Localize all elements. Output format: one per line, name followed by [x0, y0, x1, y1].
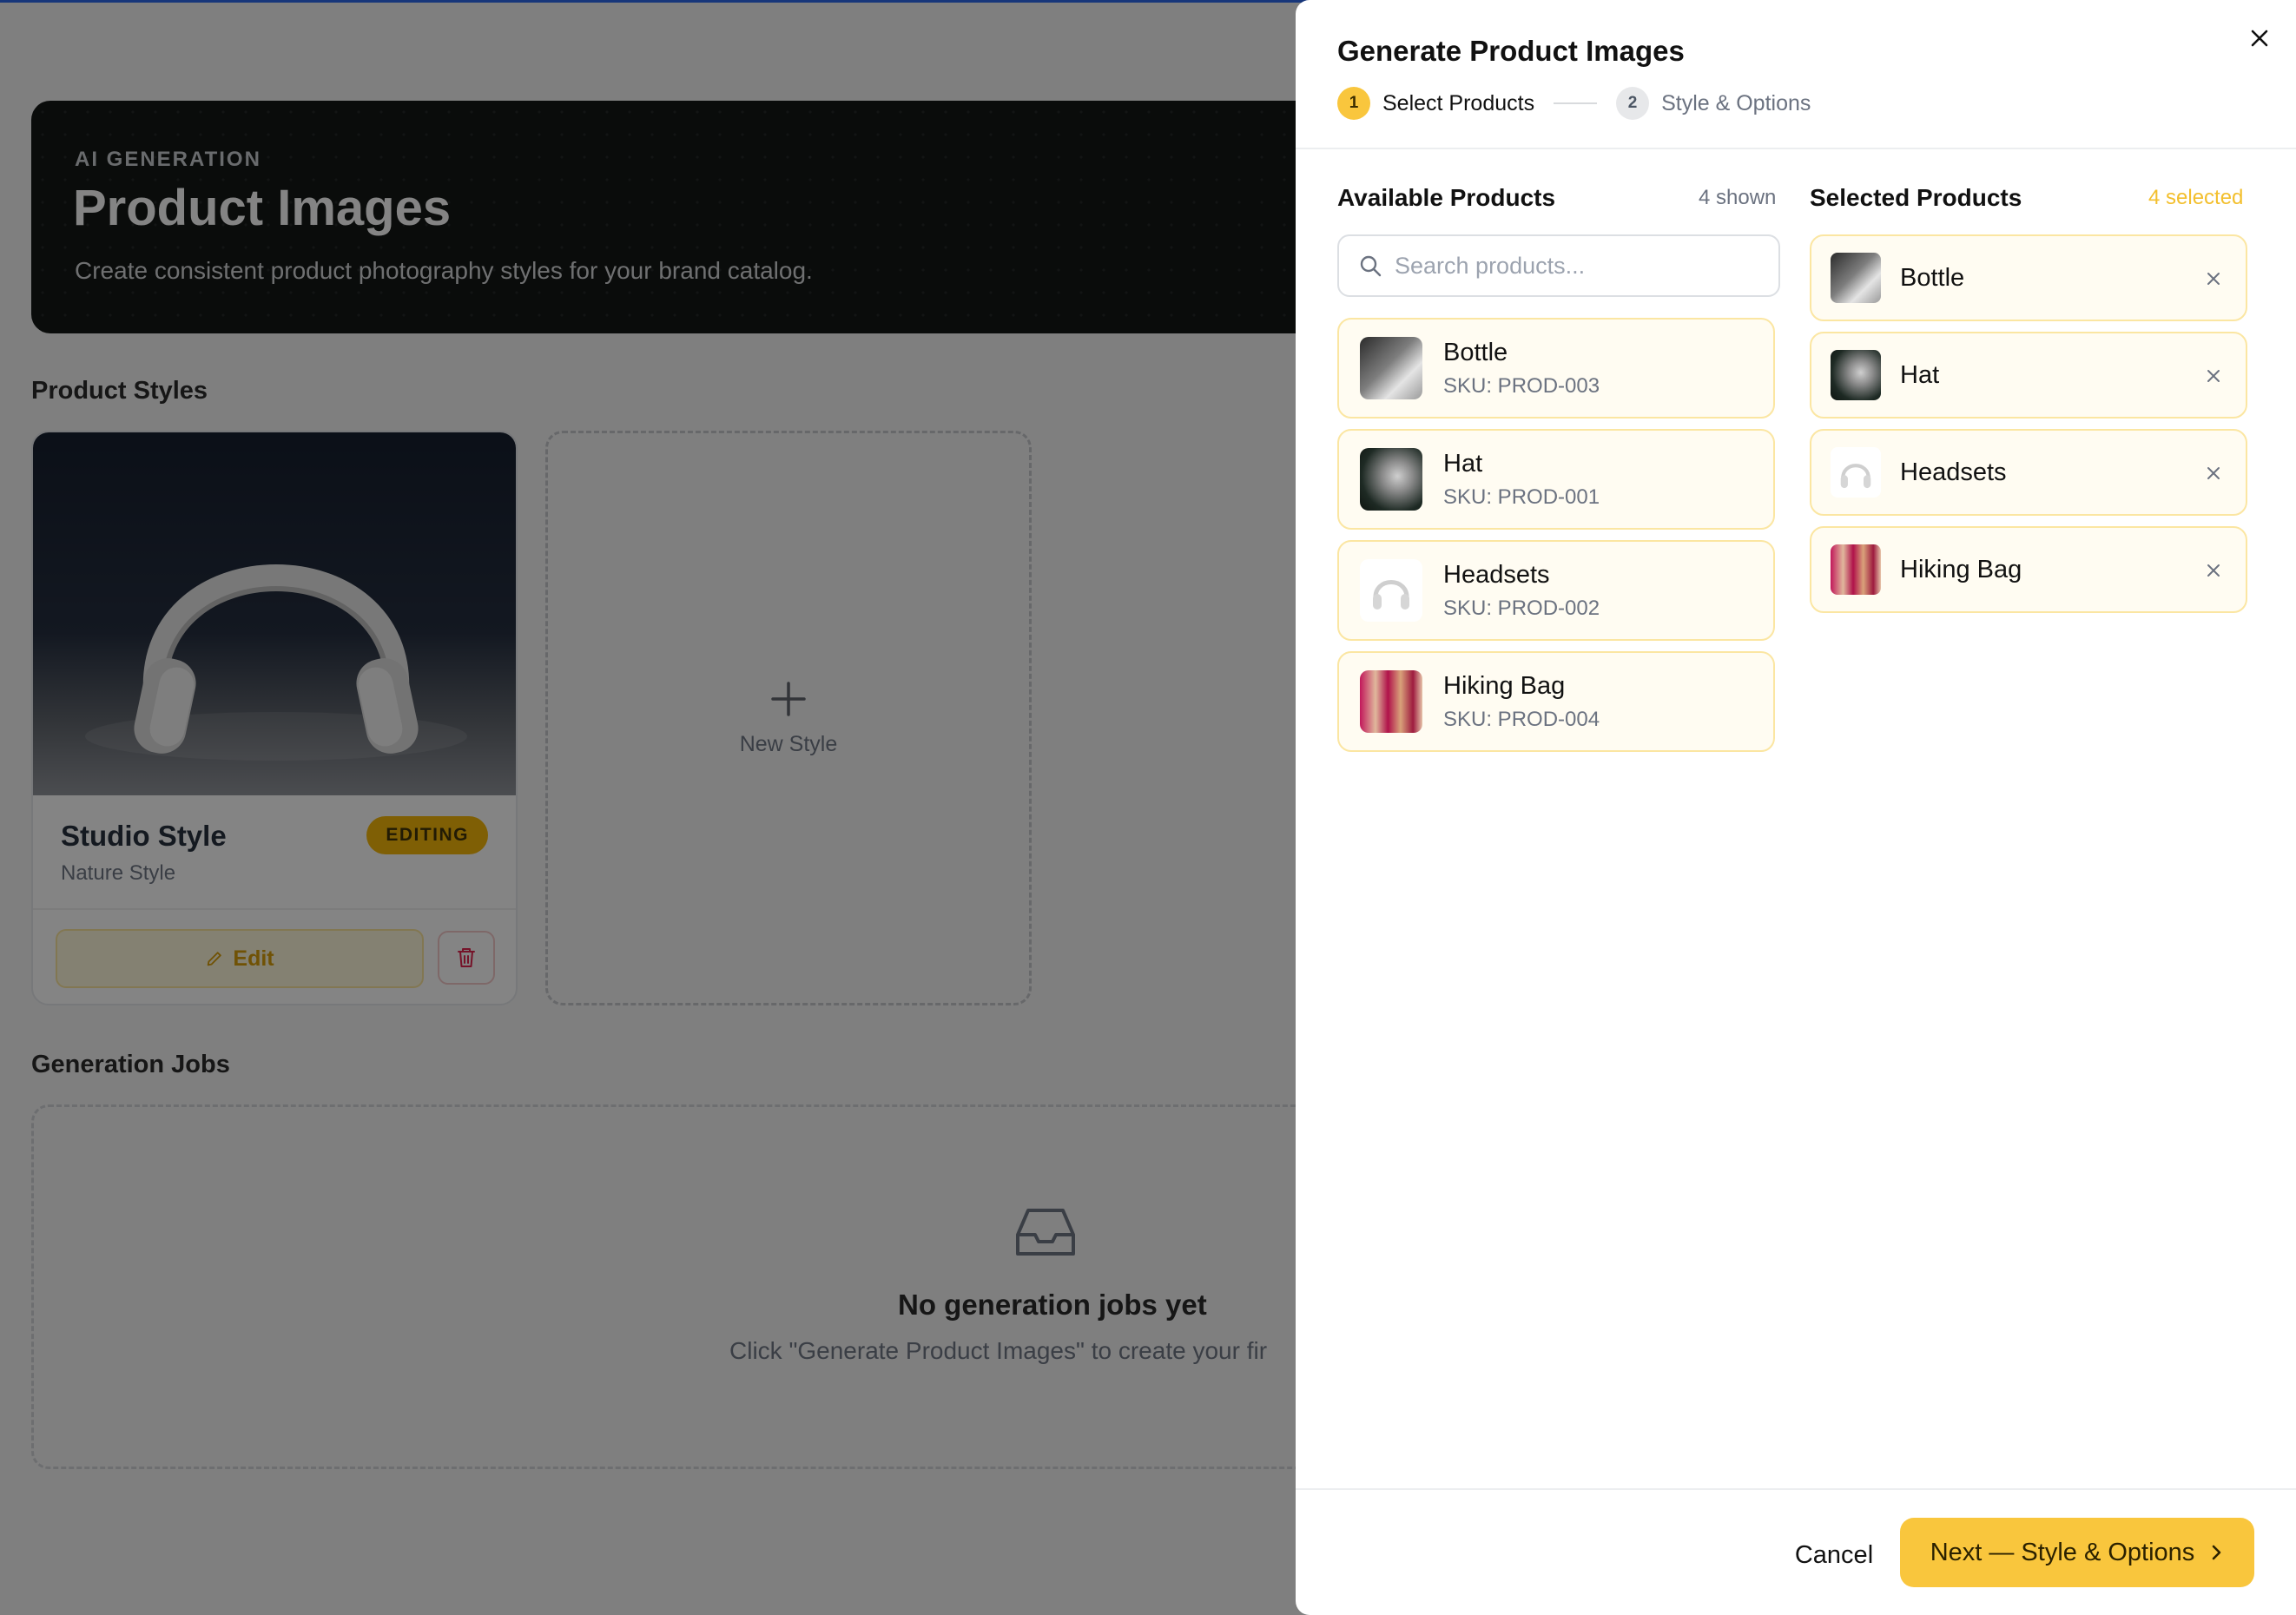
- product-sku: SKU: PROD-004: [1443, 707, 1600, 731]
- product-thumbnail: [1360, 670, 1422, 733]
- remove-product-button[interactable]: [2200, 557, 2227, 583]
- available-product-bottle[interactable]: Bottle SKU: PROD-003: [1337, 318, 1775, 419]
- generate-images-drawer: Generate Product Images 1 Select Product…: [1296, 0, 2296, 1615]
- product-sku: SKU: PROD-002: [1443, 596, 1600, 620]
- product-name: Headsets: [1443, 560, 1550, 589]
- product-sku: SKU: PROD-001: [1443, 484, 1600, 509]
- header-divider: [1296, 148, 2296, 149]
- available-product-hat[interactable]: Hat SKU: PROD-001: [1337, 429, 1775, 530]
- available-products-count: 4 shown: [1699, 186, 1777, 209]
- product-search-input[interactable]: [1395, 252, 1759, 280]
- available-product-headsets[interactable]: Headsets SKU: PROD-002: [1337, 540, 1775, 641]
- product-thumbnail: [1360, 448, 1422, 511]
- selected-product-bottle: Bottle: [1810, 234, 2247, 321]
- selected-product-name: Bottle: [1900, 263, 1965, 292]
- next-step-button[interactable]: Next — Style & Options: [1900, 1518, 2254, 1587]
- product-name: Bottle: [1443, 338, 1508, 366]
- product-thumbnail: [1360, 559, 1422, 622]
- selected-products-heading: Selected Products: [1810, 184, 2022, 211]
- selected-products-count: 4 selected: [2148, 186, 2244, 209]
- drawer-title: Generate Product Images: [1337, 35, 1685, 67]
- stepper: 1 Select Products 2 Style & Options: [1337, 87, 1811, 120]
- search-icon: [1360, 255, 1382, 277]
- close-drawer-button[interactable]: [2242, 21, 2277, 56]
- close-icon: [2207, 467, 2220, 479]
- selected-product-name: Hat: [1900, 360, 1940, 389]
- product-thumbnail: [1831, 544, 1881, 595]
- product-thumbnail: [1360, 337, 1422, 399]
- selected-product-name: Headsets: [1900, 458, 2007, 486]
- selected-product-name: Hiking Bag: [1900, 555, 2022, 583]
- product-name: Hat: [1443, 449, 1483, 478]
- step-1-number: 1: [1337, 87, 1370, 120]
- available-products-heading: Available Products: [1337, 184, 1556, 211]
- product-name: Hiking Bag: [1443, 671, 1566, 700]
- cancel-button[interactable]: Cancel: [1765, 1521, 1903, 1589]
- selected-product-hat: Hat: [1810, 332, 2247, 419]
- selected-product-headsets: Headsets: [1810, 429, 2247, 516]
- chevron-right-icon: [2213, 1545, 2221, 1560]
- headphones-icon: [1840, 464, 1871, 489]
- close-icon: [2207, 273, 2220, 285]
- remove-product-button[interactable]: [2200, 363, 2227, 389]
- close-icon: [2207, 370, 2220, 382]
- footer-divider: [1296, 1488, 2296, 1490]
- available-product-hiking-bag[interactable]: Hiking Bag SKU: PROD-004: [1337, 651, 1775, 752]
- product-sku: SKU: PROD-003: [1443, 373, 1600, 398]
- close-icon: [2251, 30, 2268, 47]
- step-2-label: Style & Options: [1661, 90, 1811, 115]
- product-search-field[interactable]: [1337, 234, 1780, 297]
- product-thumbnail: [1831, 447, 1881, 498]
- next-step-label: Next — Style & Options: [1930, 1538, 2195, 1566]
- headphones-icon: [1373, 580, 1409, 610]
- close-icon: [2207, 564, 2220, 577]
- step-connector: [1554, 102, 1598, 104]
- step-1-label: Select Products: [1382, 90, 1535, 115]
- step-2-number: 2: [1616, 87, 1650, 120]
- product-thumbnail: [1831, 253, 1881, 303]
- product-thumbnail: [1831, 350, 1881, 400]
- remove-product-button[interactable]: [2200, 266, 2227, 292]
- selected-product-hiking-bag: Hiking Bag: [1810, 526, 2247, 613]
- remove-product-button[interactable]: [2200, 460, 2227, 486]
